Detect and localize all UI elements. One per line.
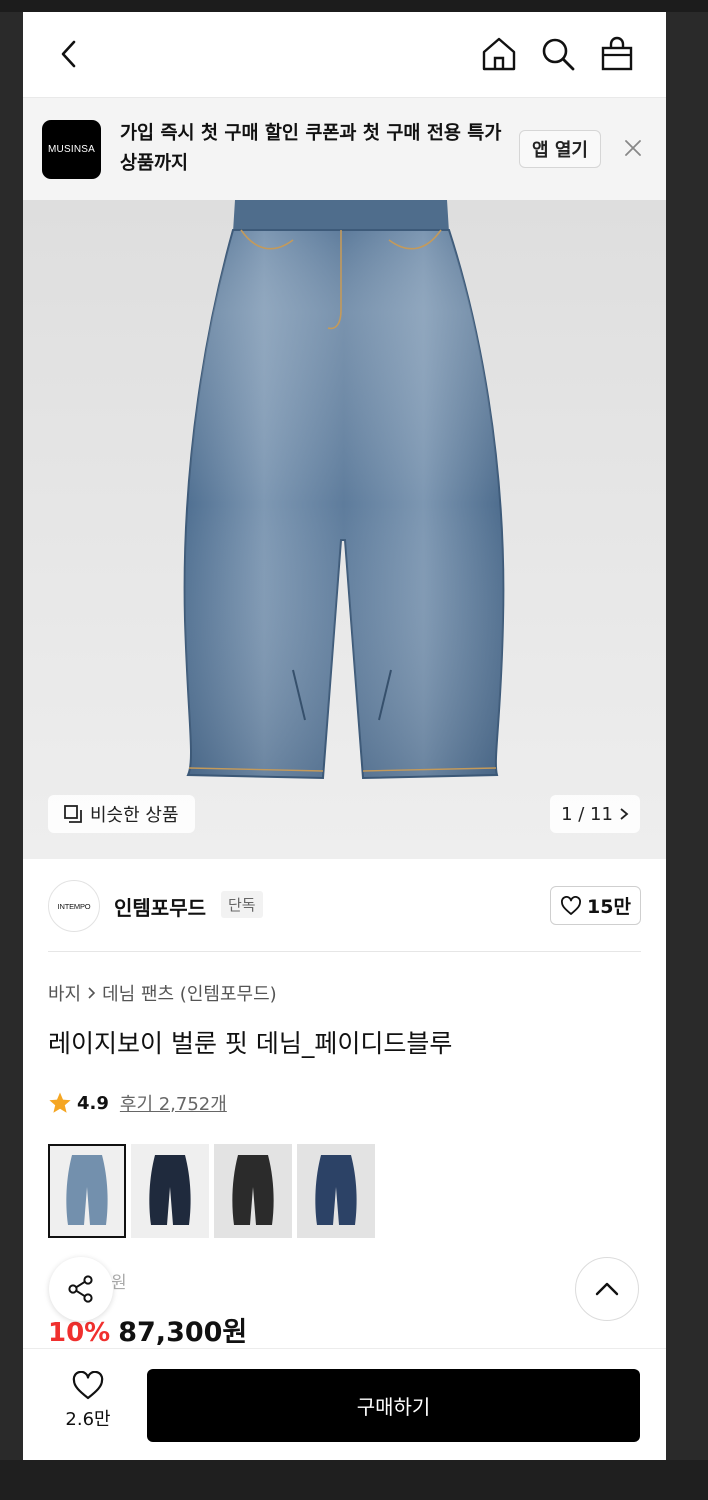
chevron-up-icon	[595, 1282, 619, 1296]
home-icon	[482, 37, 516, 71]
similar-products-button[interactable]: 비슷한 상품	[48, 795, 195, 833]
pager-text: 1 / 11	[561, 803, 613, 825]
breadcrumb-category[interactable]: 바지	[48, 980, 81, 1006]
image-pager[interactable]: 1 / 11	[550, 795, 640, 833]
color-option-black[interactable]	[214, 1144, 292, 1238]
home-button[interactable]	[477, 32, 521, 76]
jeans-thumbnail	[149, 1155, 191, 1225]
jeans-thumbnail	[315, 1155, 357, 1225]
product-image	[183, 200, 505, 780]
brand-logo[interactable]: INTEMPO	[48, 880, 100, 932]
color-option-faded-blue[interactable]	[48, 1144, 126, 1238]
wishlist-button[interactable]: 2.6만	[53, 1371, 123, 1443]
breadcrumb-subcategory[interactable]: 데님 팬츠 (인템포무드)	[102, 980, 277, 1006]
top-navigation	[23, 12, 666, 98]
similar-products-label: 비슷한 상품	[90, 805, 179, 826]
scroll-top-button[interactable]	[575, 1257, 639, 1321]
chevron-right-icon	[88, 987, 96, 999]
brand-like-count: 15만	[587, 896, 631, 918]
brand-name[interactable]: 인템포무드	[114, 892, 206, 921]
heart-icon	[72, 1371, 104, 1400]
reviews-link[interactable]: 후기 2,752개	[120, 1090, 227, 1116]
share-icon	[68, 1275, 93, 1303]
jeans-thumbnail	[232, 1155, 274, 1225]
star-icon	[49, 1092, 71, 1113]
chevron-right-icon	[620, 808, 629, 820]
product-image-gallery[interactable]: 비슷한 상품 1 / 11	[23, 200, 666, 859]
purchase-bar: 2.6만 구매하기	[23, 1348, 666, 1460]
brand-like-button[interactable]: 15만	[550, 886, 641, 925]
copy-icon	[64, 805, 82, 823]
back-button[interactable]	[47, 32, 91, 76]
app-install-banner: MUSINSA 가입 즉시 첫 구매 할인 쿠폰과 첫 구매 전용 특가 상품까…	[23, 98, 666, 200]
color-options	[48, 1144, 375, 1238]
brand-section: INTEMPO 인템포무드 단독 15만	[48, 870, 641, 952]
search-icon	[542, 38, 575, 71]
jeans-thumbnail	[66, 1155, 108, 1225]
buy-button[interactable]: 구매하기	[147, 1369, 640, 1442]
system-navigation-bar	[0, 1460, 708, 1500]
heart-icon	[561, 895, 582, 915]
product-title: 레이지보이 벌룬 핏 데님_페이디드블루	[48, 1029, 453, 1058]
share-button[interactable]	[49, 1257, 113, 1321]
banner-message: 가입 즉시 첫 구매 할인 쿠폰과 첫 구매 전용 특가 상품까지	[120, 123, 502, 174]
rating-row: 4.9 후기 2,752개	[48, 1090, 227, 1116]
close-icon	[625, 140, 641, 156]
chevron-left-icon	[61, 40, 76, 68]
shopping-bag-icon	[601, 36, 633, 71]
exclusive-badge: 단독	[221, 891, 263, 918]
open-app-button[interactable]: 앱 열기	[519, 130, 601, 168]
musinsa-logo: MUSINSA	[42, 120, 101, 179]
original-price: 원	[111, 1273, 127, 1293]
breadcrumb: 바지 데님 팬츠 (인템포무드)	[48, 980, 277, 1006]
wishlist-count: 2.6만	[65, 1409, 111, 1430]
discount-rate: 10%	[48, 1318, 111, 1348]
color-option-deep-blue[interactable]	[297, 1144, 375, 1238]
system-status-bar	[0, 0, 708, 12]
rating-score: 4.9	[77, 1092, 109, 1114]
color-option-dark-indigo[interactable]	[131, 1144, 209, 1238]
banner-close-button[interactable]	[619, 134, 647, 162]
sale-price: 87,300원	[118, 1317, 248, 1348]
search-button[interactable]	[536, 32, 580, 76]
cart-button[interactable]	[595, 32, 639, 76]
product-page: MUSINSA 가입 즉시 첫 구매 할인 쿠폰과 첫 구매 전용 특가 상품까…	[23, 12, 666, 1460]
